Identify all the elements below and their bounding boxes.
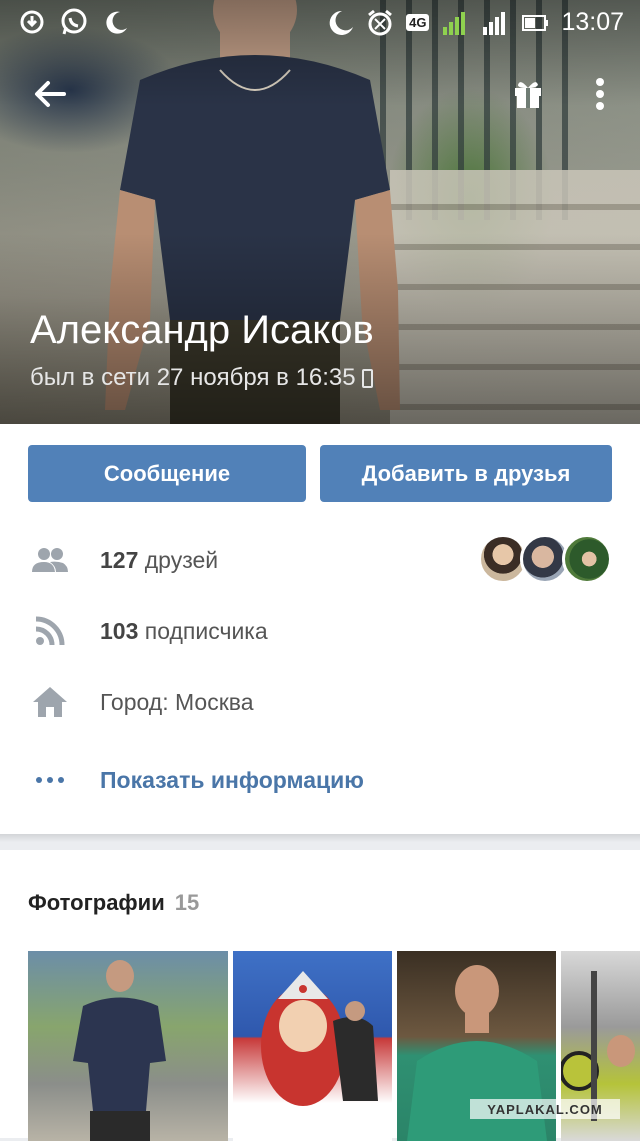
subscribers-row[interactable]: 103 подписчика — [0, 601, 640, 661]
friends-icon — [30, 540, 70, 580]
night-mode-icon — [326, 9, 354, 37]
section-divider — [0, 834, 640, 842]
profile-toolbar — [0, 60, 640, 126]
city-row: Город: Москва — [0, 672, 640, 732]
subscribers-count: 103 — [100, 617, 139, 644]
photo-thumbnail[interactable] — [28, 951, 228, 1141]
photos-header[interactable]: Фотографии 15 — [28, 890, 199, 916]
arrow-left-icon — [35, 81, 66, 107]
friends-row[interactable]: 127 друзей — [0, 530, 640, 590]
photo-thumbnail[interactable] — [233, 951, 392, 1141]
alarm-icon — [366, 9, 394, 37]
add-friend-button[interactable]: Добавить в друзья — [320, 445, 612, 502]
home-icon — [30, 682, 70, 722]
back-button[interactable] — [30, 74, 70, 114]
show-info-link[interactable]: Показать информацию — [100, 767, 364, 794]
moon-icon — [102, 8, 130, 36]
status-bar: 4G 13:07 — [0, 0, 640, 46]
friends-text: 127 друзей — [100, 547, 218, 574]
more-vertical-icon — [596, 78, 604, 110]
avatar — [562, 534, 612, 584]
show-info-row[interactable]: Показать информацию — [0, 750, 640, 810]
send-message-button[interactable]: Сообщение — [28, 445, 306, 502]
rss-icon — [30, 611, 70, 651]
friends-label: друзей — [144, 546, 219, 573]
clock: 13:07 — [561, 8, 624, 36]
profile-info-card: Сообщение Добавить в друзья 127 друзей 1… — [0, 424, 640, 834]
more-options-button[interactable] — [582, 74, 618, 114]
photos-title: Фотографии — [28, 890, 165, 915]
photos-count: 15 — [174, 890, 200, 915]
mobile-phone-icon — [361, 368, 373, 388]
download-icon — [18, 8, 46, 36]
last-seen-status: был в сети 27 ноября в 16:35 — [30, 364, 373, 392]
gift-icon — [515, 82, 541, 108]
gift-button[interactable] — [508, 74, 548, 114]
subscribers-label: подписчика — [144, 617, 268, 644]
watermark: YAPLAKAL.COM — [470, 1099, 620, 1119]
signal-icon-sim2 — [481, 9, 509, 37]
battery-icon — [521, 9, 549, 37]
network-type-badge: 4G — [406, 14, 430, 31]
city-text: Город: Москва — [100, 688, 254, 715]
signal-icon-sim1 — [441, 9, 469, 37]
more-horizontal-icon — [30, 760, 70, 800]
whatsapp-icon — [60, 8, 88, 36]
friends-count: 127 — [100, 546, 139, 573]
last-seen-text: был в сети 27 ноября в 16:35 — [30, 364, 356, 391]
friends-avatars[interactable] — [478, 534, 612, 584]
profile-name: Александр Исаков — [30, 308, 374, 352]
subscribers-text: 103 подписчика — [100, 618, 268, 645]
photos-section: Фотографии 15 — [0, 850, 640, 1141]
